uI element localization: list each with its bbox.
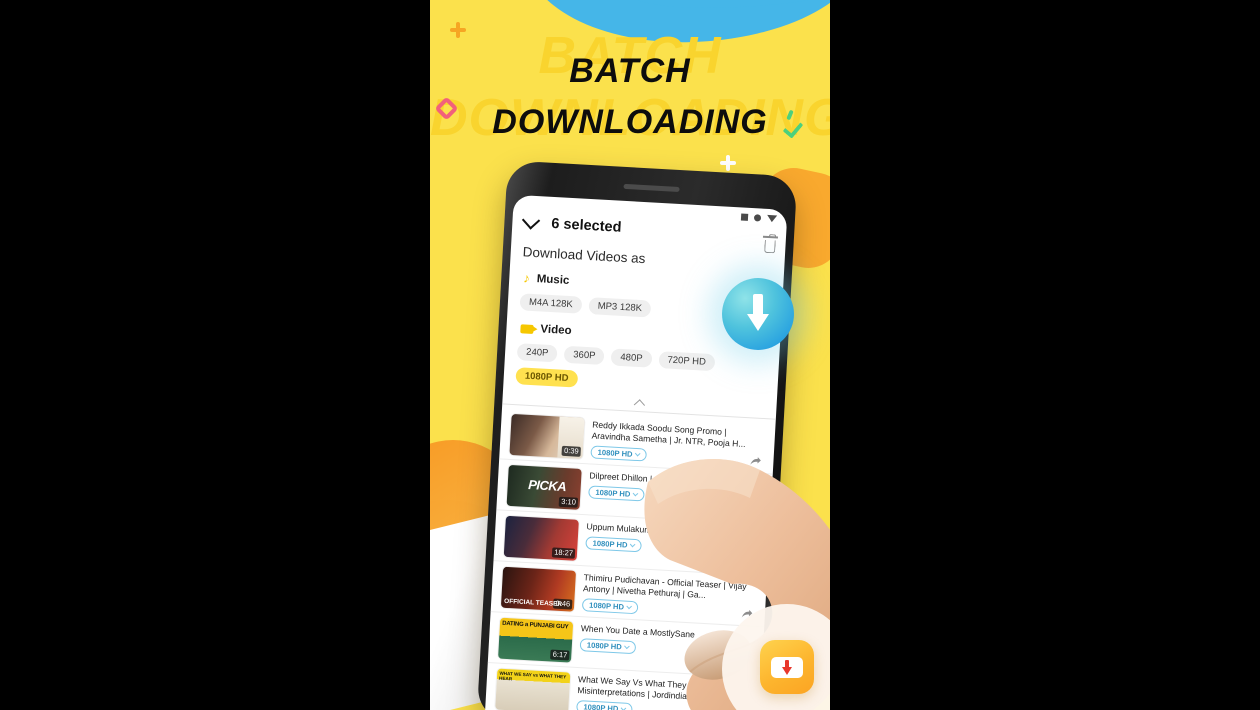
share-icon[interactable] — [749, 456, 762, 467]
triangle-icon — [766, 214, 778, 222]
video-thumbnail — [495, 668, 571, 710]
app-icon-plate — [771, 656, 803, 678]
music-note-icon: ♪ — [522, 270, 531, 286]
video-thumbnail: 6:17 — [498, 617, 574, 663]
share-icon[interactable] — [746, 507, 759, 518]
video-category-label: Video — [540, 323, 572, 338]
chevron-down-icon — [629, 541, 636, 547]
video-thumbnail: 0:39 — [509, 413, 585, 459]
quality-badge-label: 1080P HD — [597, 447, 633, 459]
snaptube-app-icon[interactable] — [760, 640, 814, 694]
video-thumbnail: 18:27 — [503, 515, 579, 561]
quality-badge-label: 1080P HD — [586, 640, 623, 652]
download-arrow-icon — [722, 278, 794, 350]
quality-badge-label: 1080P HD — [588, 600, 625, 612]
chevron-down-icon[interactable] — [521, 210, 541, 230]
chip-480p[interactable]: 480P — [610, 348, 653, 368]
chevron-up-icon — [633, 399, 646, 411]
quality-badge-label: 1080P HD — [595, 487, 631, 499]
video-thumbnail: 0:46 — [500, 566, 577, 612]
quality-badge-label: 1080P HD — [583, 702, 619, 710]
chevron-down-icon — [620, 704, 627, 710]
quality-badge[interactable]: 1080P HD — [585, 536, 642, 553]
orange-rounded-shape-2 — [781, 521, 830, 609]
video-meta: Thimiru Pudichavan - Official Teaser | V… — [581, 571, 757, 622]
music-category-label: Music — [536, 272, 570, 287]
chevron-down-icon — [624, 643, 630, 649]
share-icon[interactable] — [743, 558, 756, 569]
video-duration: 18:27 — [551, 547, 576, 559]
chip-m4a-128k[interactable]: M4A 128K — [519, 293, 583, 314]
chevron-down-icon — [626, 603, 632, 609]
letterbox-right — [830, 0, 1260, 710]
letterbox-left — [0, 0, 430, 710]
chip-1080p-hd[interactable]: 1080P HD — [515, 367, 578, 388]
chip-240p[interactable]: 240P — [516, 343, 558, 363]
headline-line-2: DOWNLOADING — [492, 103, 768, 141]
chevron-down-icon — [632, 490, 639, 496]
trash-icon[interactable] — [764, 239, 776, 254]
quality-badge[interactable]: 1080P HD — [581, 598, 639, 615]
circle-icon — [753, 213, 762, 222]
quality-badge[interactable]: 1080P HD — [588, 485, 645, 502]
quality-badge[interactable]: 1080P HD — [579, 638, 637, 655]
chevron-down-icon — [634, 450, 641, 456]
earpiece-speaker — [623, 183, 680, 192]
quality-badge-label: 1080P HD — [592, 538, 628, 550]
quality-badge[interactable]: 1080P HD — [576, 700, 633, 710]
chip-360p[interactable]: 360P — [563, 345, 605, 366]
promo-poster: BATCH DOWNLOADING BATCH DOWNLOADING 6 se… — [430, 0, 830, 710]
video-camera-icon — [520, 323, 534, 334]
download-arrow-small-icon — [781, 659, 793, 675]
quality-badge[interactable]: 1080P HD — [590, 445, 647, 462]
video-duration: 0:46 — [553, 598, 573, 610]
video-meta: Dilpreet Dhillon | Aamber Dhillon | Desi… — [587, 469, 762, 520]
video-duration: 0:39 — [561, 445, 581, 457]
plus-sparkle-white-icon — [720, 155, 736, 171]
headline-line-1: BATCH — [569, 52, 691, 90]
chip-mp3-128k[interactable]: MP3 128K — [588, 297, 652, 318]
video-duration: 3:10 — [558, 496, 579, 508]
square-icon — [740, 212, 749, 221]
plus-sparkle-icon — [450, 22, 466, 38]
video-meta: Reddy Ikkada Soodu Song Promo | Aravindh… — [590, 418, 765, 469]
video-thumbnail: 3:10 — [506, 464, 582, 510]
chip-720p-hd[interactable]: 720P HD — [658, 351, 716, 372]
video-meta: Uppum Mulakum | Flowers | EP#... 1080P HD — [585, 520, 760, 571]
video-duration: 6:17 — [550, 649, 570, 661]
